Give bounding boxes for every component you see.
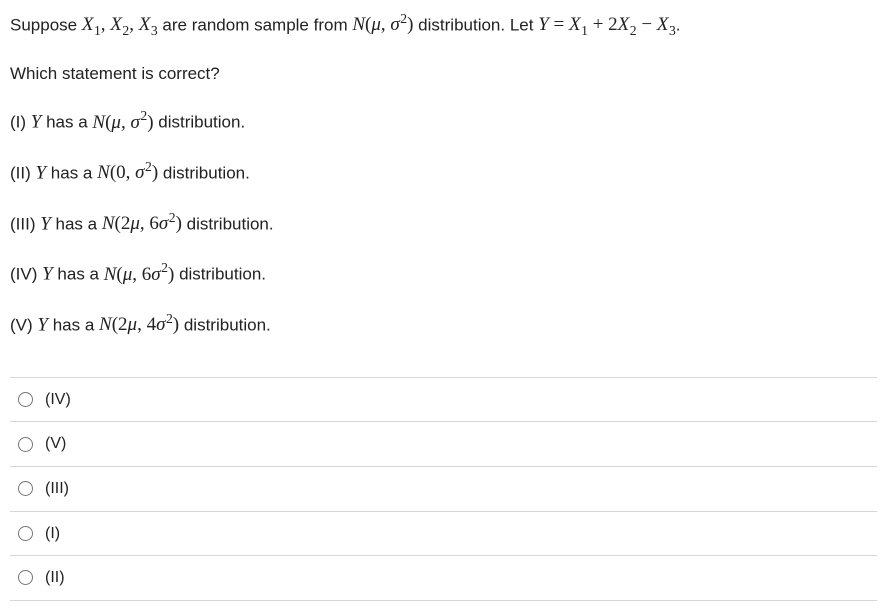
answer-options: (IV) (V) (III) (I) (II)	[10, 377, 877, 601]
option-iii[interactable]: (III)	[10, 467, 877, 512]
question-line-2: Which statement is correct?	[10, 60, 877, 87]
text: are random sample from	[158, 15, 353, 34]
math-dist: N(2μ, 4σ2)	[99, 314, 179, 335]
option-v[interactable]: (V)	[10, 422, 877, 467]
math-dist: N(0, σ2)	[97, 162, 158, 183]
question-line-1: Suppose X1, X2, X3 are random sample fro…	[10, 8, 877, 42]
option-i[interactable]: (I)	[10, 512, 877, 557]
option-ii-radio[interactable]	[18, 570, 33, 585]
math-vars: X1, X2, X3	[82, 14, 158, 35]
stmt-label: (IV)	[10, 265, 42, 284]
option-label: (II)	[45, 565, 65, 591]
statement-2: (II) Y has a N(0, σ2) distribution.	[10, 156, 877, 189]
option-label: (V)	[45, 431, 66, 457]
option-label: (IV)	[45, 387, 71, 413]
math-dist: N(μ, 6σ2)	[104, 264, 175, 285]
option-iv-radio[interactable]	[18, 392, 33, 407]
math-dist: N(μ, σ2)	[92, 112, 153, 133]
text: Suppose	[10, 15, 82, 34]
option-iii-radio[interactable]	[18, 481, 33, 496]
stmt-label: (V)	[10, 315, 37, 334]
statement-4: (IV) Y has a N(μ, 6σ2) distribution.	[10, 257, 877, 290]
option-label: (I)	[45, 521, 60, 547]
stmt-label: (III)	[10, 214, 40, 233]
text: distribution. Let	[413, 15, 538, 34]
text: .	[676, 15, 681, 34]
option-ii[interactable]: (II)	[10, 556, 877, 601]
math-eq: Y = X1 + 2X2 − X3	[538, 14, 676, 35]
option-v-radio[interactable]	[18, 437, 33, 452]
statement-1: (I) Y has a N(μ, σ2) distribution.	[10, 105, 877, 138]
option-label: (III)	[45, 476, 69, 502]
math-dist: N(μ, σ2)	[352, 14, 413, 35]
question-stem: Suppose X1, X2, X3 are random sample fro…	[10, 8, 877, 341]
option-iv[interactable]: (IV)	[10, 378, 877, 423]
statement-5: (V) Y has a N(2μ, 4σ2) distribution.	[10, 308, 877, 341]
math-dist: N(2μ, 6σ2)	[102, 213, 182, 234]
statement-3: (III) Y has a N(2μ, 6σ2) distribution.	[10, 207, 877, 240]
stmt-label: (II)	[10, 163, 36, 182]
option-i-radio[interactable]	[18, 526, 33, 541]
stmt-label: (I)	[10, 113, 31, 132]
